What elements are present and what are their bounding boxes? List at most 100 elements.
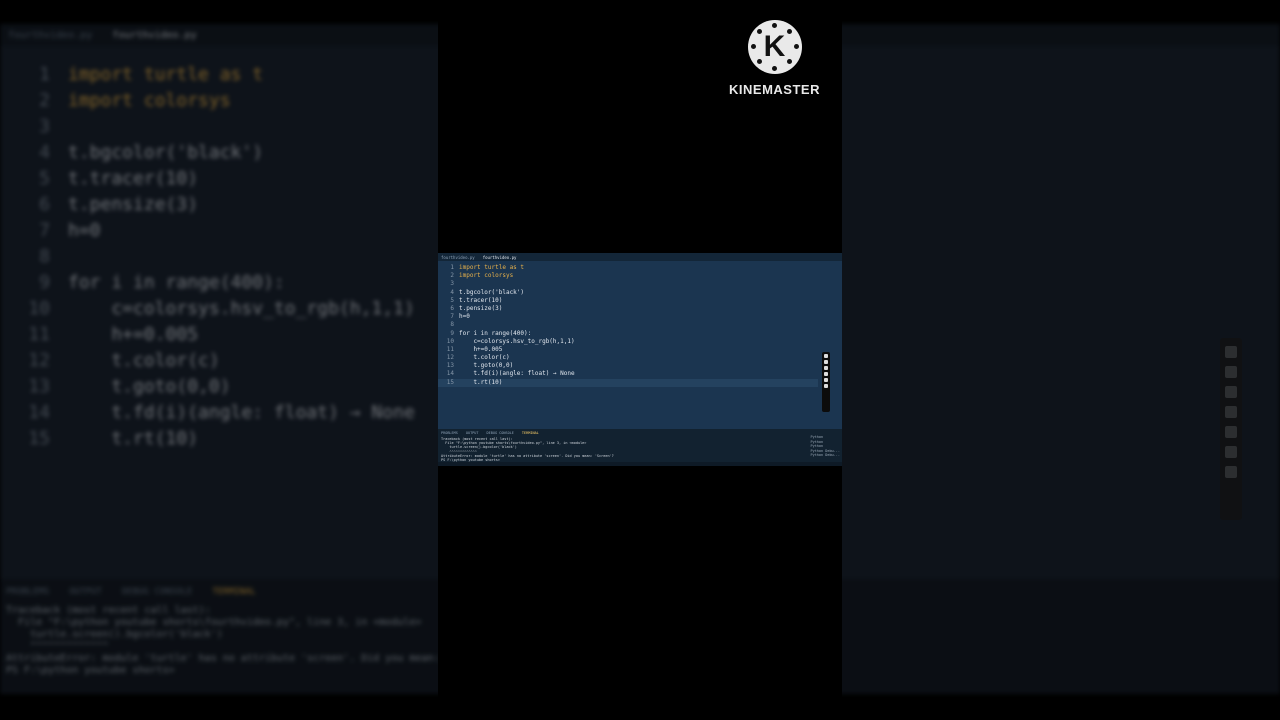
line-text: t.bgcolor('black')	[459, 288, 525, 296]
line-number: 12	[446, 354, 454, 362]
code-area[interactable]: 1 import turtle as t 2 import colorsys 3 4 t.b…	[438, 264, 818, 387]
panel-tabs: PROBLEMS OUTPUT DEBUG CONSOLE TERMINAL	[438, 429, 842, 437]
code-line[interactable]: 5 t.tracer(10)	[438, 297, 818, 305]
bg-line-number: 8	[39, 246, 50, 267]
code-line[interactable]: 11 h+=0.005	[438, 346, 818, 354]
code-line[interactable]: 4 t.bgcolor('black')	[438, 289, 818, 297]
bg-panel-tab: OUTPUT	[69, 587, 102, 597]
line-number: 13	[446, 362, 454, 370]
bg-code-line: 15 t.rt(10)	[0, 428, 198, 449]
line-number: 6	[450, 304, 454, 312]
editor-tab[interactable]: fourthvideo.py	[441, 255, 475, 260]
code-line[interactable]: 6 t.pensize(3)	[438, 305, 818, 313]
bg-line-text: import colorsys	[68, 90, 231, 111]
bg-line-number: 7	[39, 220, 50, 241]
code-line[interactable]: 14 t.fd(i)(angle: float) → None	[438, 370, 818, 378]
bg-code-line: 6 t.pensize(3)	[0, 194, 198, 215]
line-text: t.fd(i)(angle: float) → None	[459, 370, 575, 378]
bg-line-number: 9	[39, 272, 50, 293]
panel-tab-problems[interactable]: PROBLEMS	[441, 431, 458, 435]
step-out-icon[interactable]	[824, 372, 828, 376]
code-line[interactable]: 15 t.rt(10)	[438, 378, 818, 387]
line-number: 8	[450, 321, 454, 329]
line-text: import colorsys	[459, 272, 514, 280]
step-into-icon[interactable]	[824, 366, 828, 370]
bg-line-text: t.bgcolor('black')	[68, 142, 264, 163]
code-line[interactable]: 12 t.color(c)	[438, 354, 818, 362]
bg-code-line: 12 t.color(c)	[0, 350, 220, 371]
bg-code-line: 9 for i in range(400):	[0, 272, 285, 293]
line-number: 4	[450, 288, 454, 296]
line-number: 7	[450, 313, 454, 321]
line-text: h=0	[459, 313, 470, 321]
step-over-icon[interactable]	[824, 360, 828, 364]
code-line[interactable]: 2 import colorsys	[438, 272, 818, 280]
line-text: import turtle as t	[459, 264, 525, 271]
bg-code-line: 10 c=colorsys.hsv_to_rgb(h,1,1)	[0, 298, 414, 319]
bg-line-number: 5	[39, 168, 50, 189]
bg-line-text: h=0	[68, 220, 101, 241]
bg-code-line: 2 import colorsys	[0, 90, 231, 111]
bg-line-text: t.rt(10)	[68, 428, 199, 449]
bg-line-number: 3	[39, 116, 50, 137]
bg-code-line: 5 t.tracer(10)	[0, 168, 198, 189]
right-recording-toolbar	[1220, 338, 1242, 520]
line-number: 3	[450, 280, 454, 288]
bg-line-text: t.color(c)	[68, 350, 220, 371]
face-icon[interactable]	[1225, 426, 1237, 438]
mic-icon[interactable]	[1225, 386, 1237, 398]
bg-code-line: 7 h=0	[0, 220, 101, 241]
bg-panel-tab: TERMINAL	[212, 587, 256, 597]
code-line[interactable]: 13 t.goto(0,0)	[438, 362, 818, 370]
camera-icon[interactable]	[1225, 346, 1237, 358]
bg-code-line: 3	[0, 116, 68, 137]
bg-tab-active: fourthvideo.py	[112, 29, 197, 41]
code-line[interactable]: 1 import turtle as t	[438, 264, 818, 272]
bg-line-text: import turtle as t	[68, 64, 264, 85]
bg-code-line: 13 t.goto(0,0)	[0, 376, 231, 397]
volume-icon[interactable]	[1225, 406, 1237, 418]
record-icon[interactable]	[1225, 366, 1237, 378]
restart-icon[interactable]	[824, 378, 828, 382]
bg-line-text: h+=0.005	[68, 324, 199, 345]
bg-code-line: 14 t.fd(i)(angle: float) → None	[0, 402, 414, 423]
terminal-list-item[interactable]: Python Debu...	[810, 453, 840, 458]
code-line[interactable]: 3	[438, 280, 818, 288]
bg-code-line: 11 h+=0.005	[0, 324, 198, 345]
kinemaster-watermark: K KINEMASTER	[727, 20, 822, 97]
code-line[interactable]: 7 h=0	[438, 313, 818, 321]
line-number: 14	[446, 370, 454, 378]
stop-icon[interactable]	[824, 384, 828, 388]
panel-tab-terminal[interactable]: TERMINAL	[522, 431, 539, 435]
line-number: 2	[450, 272, 454, 280]
bg-line-number: 6	[39, 194, 50, 215]
panel-tab-debug-console[interactable]: DEBUG CONSOLE	[487, 431, 514, 435]
bg-line-number: 14	[28, 402, 50, 423]
settings-icon[interactable]	[1225, 466, 1237, 478]
line-number: 10	[446, 337, 454, 345]
code-line[interactable]: 9 for i in range(400):	[438, 330, 818, 338]
terminal-panel: PROBLEMS OUTPUT DEBUG CONSOLE TERMINAL T…	[438, 429, 842, 466]
line-text: t.pensize(3)	[459, 304, 503, 312]
bg-code-line: 1 import turtle as t	[0, 64, 263, 85]
code-line[interactable]: 10 c=colorsys.hsv_to_rgb(h,1,1)	[438, 338, 818, 346]
logo-wordmark: KINEMASTER	[729, 82, 820, 97]
bg-line-text: t.goto(0,0)	[68, 376, 231, 397]
screen-icon[interactable]	[1225, 446, 1237, 458]
bg-code-line: 8	[0, 246, 68, 267]
bg-line-number: 15	[28, 428, 50, 449]
line-number: 1	[450, 264, 454, 271]
terminal-output[interactable]: Traceback (most recent call last): File …	[438, 437, 842, 462]
bg-line-number: 11	[28, 324, 50, 345]
continue-icon[interactable]	[824, 354, 828, 358]
panel-tab-output[interactable]: OUTPUT	[466, 431, 479, 435]
floating-debug-toolbar	[822, 352, 830, 412]
bg-line-text: t.tracer(10)	[68, 168, 199, 189]
editor-tab-bar: fourthvideo.py fourthvideo.py	[438, 253, 842, 261]
code-line[interactable]: 8	[438, 321, 818, 329]
line-text: c=colorsys.hsv_to_rgb(h,1,1)	[459, 337, 575, 345]
line-text: for i in range(400):	[459, 329, 532, 337]
bg-line-text: t.pensize(3)	[68, 194, 199, 215]
bg-line-number: 12	[28, 350, 50, 371]
editor-tab-active[interactable]: fourthvideo.py	[483, 255, 517, 260]
